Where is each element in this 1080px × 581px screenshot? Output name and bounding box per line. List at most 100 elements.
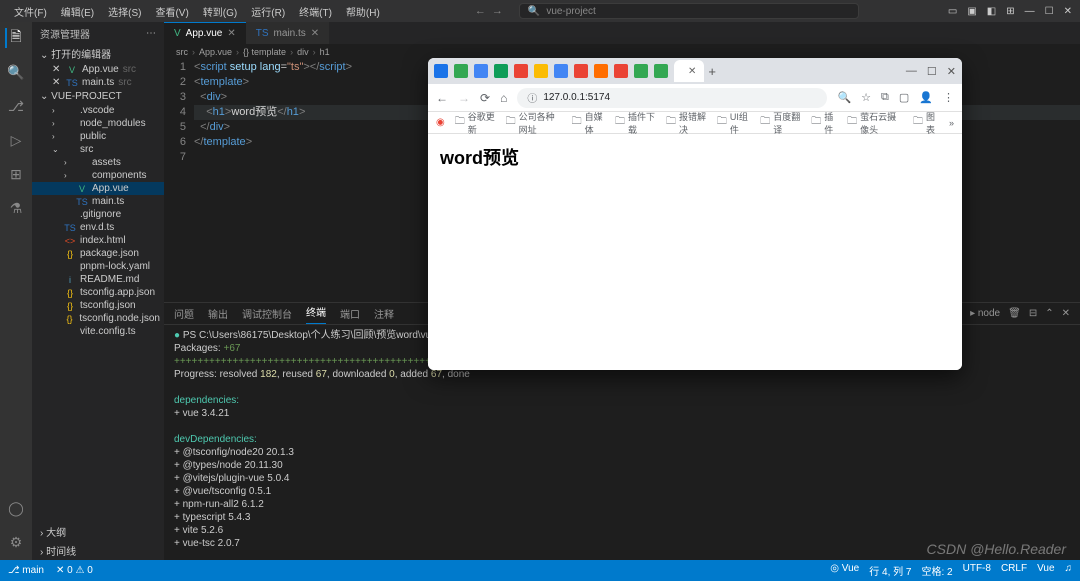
- extension-icon[interactable]: [534, 64, 548, 78]
- outline-section[interactable]: › 大纲: [32, 522, 164, 541]
- menu-item[interactable]: 转到(G): [197, 2, 243, 21]
- breadcrumb-item[interactable]: h1: [320, 47, 330, 57]
- menu-item[interactable]: 编辑(E): [55, 2, 100, 21]
- menu-item[interactable]: 终端(T): [293, 2, 338, 21]
- status-item[interactable]: ♫: [1065, 563, 1073, 578]
- maximize-icon[interactable]: ☐: [1045, 6, 1054, 17]
- explorer-icon[interactable]: 🗎: [5, 28, 25, 48]
- customize-icon[interactable]: ⊞: [1006, 6, 1014, 17]
- tree-item[interactable]: {}tsconfig.app.json: [32, 286, 164, 299]
- extension-icon[interactable]: [494, 64, 508, 78]
- tree-item[interactable]: VApp.vue: [32, 182, 164, 195]
- browser-tab[interactable]: ✕: [674, 60, 704, 82]
- terminal-split-icon[interactable]: ⊟: [1029, 308, 1037, 319]
- tree-item[interactable]: ›public: [32, 130, 164, 143]
- bookmark-item[interactable]: 🗀谷歌更新: [455, 110, 496, 136]
- reading-icon[interactable]: ▢: [899, 91, 909, 104]
- browser-viewport[interactable]: word预览: [428, 134, 962, 370]
- tree-item[interactable]: ›node_modules: [32, 117, 164, 130]
- terminal-new-icon[interactable]: 🗑: [1008, 308, 1021, 319]
- panel-tab[interactable]: 注释: [374, 306, 394, 321]
- breadcrumb-item[interactable]: src: [176, 47, 188, 57]
- panel-tab[interactable]: 问题: [174, 306, 194, 321]
- panel-icon[interactable]: ▣: [967, 6, 976, 17]
- extension-icon[interactable]: [574, 64, 588, 78]
- debug-icon[interactable]: ▷: [6, 130, 26, 150]
- test-icon[interactable]: ⚗: [6, 198, 26, 218]
- account-icon[interactable]: ◯: [6, 498, 26, 518]
- new-tab-button[interactable]: +: [708, 64, 716, 79]
- bookmark-item[interactable]: 🗀百度翻译: [760, 110, 801, 136]
- back-icon[interactable]: ←: [436, 91, 448, 105]
- open-editors-section[interactable]: ⌄ 打开的编辑器: [32, 44, 164, 63]
- bookmark-item[interactable]: 🗀插件下载: [615, 110, 656, 136]
- bookmark-item[interactable]: 🗀图表: [913, 110, 939, 136]
- open-editor-item[interactable]: ✕VApp.vue src: [32, 63, 164, 76]
- tree-item[interactable]: {}tsconfig.node.json: [32, 312, 164, 325]
- bookmark-item[interactable]: 🗀报错解决: [666, 110, 707, 136]
- close-icon[interactable]: ✕: [1064, 6, 1072, 17]
- status-item[interactable]: 行 4, 列 7: [869, 563, 911, 578]
- tree-item[interactable]: pnpm-lock.yaml: [32, 260, 164, 273]
- browser-minimize-icon[interactable]: —: [906, 65, 917, 78]
- tree-item[interactable]: TSmain.ts: [32, 195, 164, 208]
- zoom-icon[interactable]: 🔍: [837, 91, 851, 104]
- breadcrumb-item[interactable]: App.vue: [199, 47, 232, 57]
- address-bar[interactable]: ⓘ127.0.0.1:5174: [517, 88, 827, 108]
- tree-item[interactable]: iREADME.md: [32, 273, 164, 286]
- status-item[interactable]: ◎ Vue: [830, 563, 859, 578]
- minimize-icon[interactable]: —: [1025, 6, 1035, 17]
- extensions-puzzle-icon[interactable]: ⧉: [881, 91, 889, 104]
- menu-item[interactable]: 运行(R): [245, 2, 291, 21]
- home-icon[interactable]: ⌂: [500, 91, 507, 105]
- forward-icon[interactable]: →: [458, 91, 470, 105]
- extension-icon[interactable]: [454, 64, 468, 78]
- bookmark-item[interactable]: 🗀公司各种网址: [506, 110, 562, 136]
- menu-item[interactable]: 文件(F): [8, 2, 53, 21]
- bookmark-item[interactable]: 🗀自媒体: [572, 110, 605, 136]
- extension-icon[interactable]: [514, 64, 528, 78]
- menu-item[interactable]: 帮助(H): [340, 2, 386, 21]
- tree-item[interactable]: {}package.json: [32, 247, 164, 260]
- more-icon[interactable]: ⋯: [146, 28, 156, 39]
- panel-tab[interactable]: 终端: [306, 304, 326, 324]
- bookmark-star-icon[interactable]: ☆: [861, 91, 871, 104]
- status-item[interactable]: 空格: 2: [921, 563, 952, 578]
- menu-item[interactable]: 查看(V): [149, 2, 194, 21]
- bookmark-item[interactable]: 🗀插件: [811, 110, 837, 136]
- menu-item[interactable]: 选择(S): [102, 2, 147, 21]
- command-center-search[interactable]: 🔍vue-project: [519, 3, 859, 19]
- panel-tab[interactable]: 端口: [340, 306, 360, 321]
- tree-item[interactable]: <>index.html: [32, 234, 164, 247]
- tab-close-icon[interactable]: ✕: [311, 28, 319, 39]
- extension-icon[interactable]: [634, 64, 648, 78]
- extension-icon[interactable]: [554, 64, 568, 78]
- status-item[interactable]: UTF-8: [963, 563, 991, 578]
- panel-tab[interactable]: 输出: [208, 306, 228, 321]
- bookmarks-overflow-icon[interactable]: »: [949, 118, 954, 128]
- menu-icon[interactable]: ⋮: [943, 91, 954, 104]
- settings-icon[interactable]: ⚙: [6, 532, 26, 552]
- browser-maximize-icon[interactable]: ☐: [927, 65, 937, 78]
- bookmark-item[interactable]: 🗀萤石云摄像头: [847, 110, 903, 136]
- tree-item[interactable]: vite.config.ts: [32, 325, 164, 338]
- tree-item[interactable]: ›assets: [32, 156, 164, 169]
- panel-close-icon[interactable]: ✕: [1062, 308, 1070, 319]
- tab-close-icon[interactable]: ✕: [227, 28, 235, 39]
- tree-item[interactable]: ⌄src: [32, 143, 164, 156]
- reload-icon[interactable]: ⟳: [480, 91, 490, 105]
- project-section[interactable]: ⌄ VUE-PROJECT: [32, 89, 164, 104]
- terminal-profile[interactable]: ▸ node: [970, 308, 1000, 319]
- nav-back[interactable]: ←: [475, 5, 486, 17]
- tree-item[interactable]: TSenv.d.ts: [32, 221, 164, 234]
- search-icon[interactable]: 🔍: [6, 62, 26, 82]
- profile-icon[interactable]: 👤: [919, 91, 933, 104]
- breadcrumb-item[interactable]: {} template: [243, 47, 286, 57]
- status-item[interactable]: Vue: [1037, 563, 1054, 578]
- tree-item[interactable]: .gitignore: [32, 208, 164, 221]
- extension-icon[interactable]: [434, 64, 448, 78]
- panel-tab[interactable]: 调试控制台: [242, 306, 292, 321]
- extension-icon[interactable]: [654, 64, 668, 78]
- tree-item[interactable]: ›.vscode: [32, 104, 164, 117]
- status-item[interactable]: ⎇ main: [8, 565, 44, 576]
